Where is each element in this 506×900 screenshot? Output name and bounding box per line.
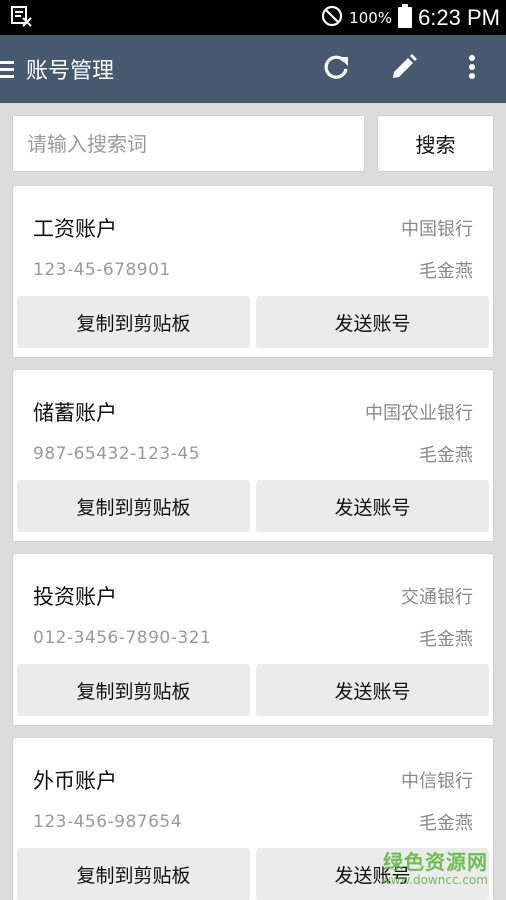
watermark-sub: www.downcc.com xyxy=(380,873,488,887)
account-owner: 毛金燕 xyxy=(419,261,473,282)
bank-name: 中国银行 xyxy=(401,219,473,240)
send-account-button[interactable]: 发送账号 xyxy=(256,664,489,716)
edit-icon xyxy=(390,53,418,85)
account-name: 储蓄账户 xyxy=(33,401,117,425)
search-button[interactable]: 搜索 xyxy=(377,115,494,172)
edit-button[interactable] xyxy=(370,35,438,103)
status-time: 6:23 PM xyxy=(418,4,500,30)
status-right: 100% 6:23 PM xyxy=(321,3,500,32)
search-input[interactable] xyxy=(12,115,365,172)
account-header-row: 工资账户 中国银行 xyxy=(17,186,489,248)
watermark: 绿色资源网 www.downcc.com xyxy=(381,852,488,886)
account-detail-row: 987-65432-123-45 毛金燕 xyxy=(17,432,489,476)
app-title: 账号管理 xyxy=(26,59,115,84)
app-bar: 账号管理 xyxy=(0,35,506,103)
refresh-icon xyxy=(322,53,350,85)
account-name: 外币账户 xyxy=(33,769,117,793)
notification-icon xyxy=(10,5,32,31)
search-row: 搜索 xyxy=(0,103,506,173)
account-detail-row: 123-45-678901 毛金燕 xyxy=(17,248,489,292)
send-account-button[interactable]: 发送账号 xyxy=(256,480,489,532)
account-name: 工资账户 xyxy=(33,217,117,241)
account-owner: 毛金燕 xyxy=(419,629,473,650)
account-header-row: 外币账户 中信银行 xyxy=(17,738,489,800)
account-header-row: 储蓄账户 中国农业银行 xyxy=(17,370,489,432)
bank-name: 中信银行 xyxy=(401,771,473,792)
do-not-disturb-icon xyxy=(321,5,343,31)
battery-percent: 100% xyxy=(349,8,393,27)
account-card[interactable]: 储蓄账户 中国农业银行 987-65432-123-45 毛金燕 复制到剪贴板 … xyxy=(12,369,494,542)
send-account-button[interactable]: 发送账号 xyxy=(256,296,489,348)
account-detail-row: 123-456-987654 毛金燕 xyxy=(17,800,489,844)
account-list: 工资账户 中国银行 123-45-678901 毛金燕 复制到剪贴板 发送账号 … xyxy=(0,173,506,900)
copy-to-clipboard-button[interactable]: 复制到剪贴板 xyxy=(17,848,250,900)
account-number: 987-65432-123-45 xyxy=(33,444,201,464)
account-detail-row: 012-3456-7890-321 毛金燕 xyxy=(17,616,489,660)
card-button-row: 复制到剪贴板 发送账号 xyxy=(17,296,489,348)
card-button-row: 复制到剪贴板 发送账号 xyxy=(17,480,489,532)
account-name: 投资账户 xyxy=(33,585,117,609)
menu-icon[interactable] xyxy=(0,35,22,103)
account-number: 012-3456-7890-321 xyxy=(33,628,212,648)
more-vert-icon xyxy=(468,54,476,84)
bank-name: 交通银行 xyxy=(401,587,473,608)
account-card[interactable]: 投资账户 交通银行 012-3456-7890-321 毛金燕 复制到剪贴板 发… xyxy=(12,553,494,726)
status-left xyxy=(10,5,32,31)
account-number: 123-45-678901 xyxy=(33,260,171,280)
account-card[interactable]: 工资账户 中国银行 123-45-678901 毛金燕 复制到剪贴板 发送账号 xyxy=(12,185,494,358)
card-button-row: 复制到剪贴板 发送账号 xyxy=(17,664,489,716)
battery-icon xyxy=(398,3,413,32)
status-bar: 100% 6:23 PM xyxy=(0,0,506,35)
refresh-button[interactable] xyxy=(302,35,370,103)
copy-to-clipboard-button[interactable]: 复制到剪贴板 xyxy=(17,480,250,532)
copy-to-clipboard-button[interactable]: 复制到剪贴板 xyxy=(17,664,250,716)
bank-name: 中国农业银行 xyxy=(365,403,473,424)
account-owner: 毛金燕 xyxy=(419,445,473,466)
account-owner: 毛金燕 xyxy=(419,813,473,834)
account-header-row: 投资账户 交通银行 xyxy=(17,554,489,616)
watermark-main: 绿色资源网 xyxy=(383,850,488,874)
copy-to-clipboard-button[interactable]: 复制到剪贴板 xyxy=(17,296,250,348)
account-number: 123-456-987654 xyxy=(33,812,183,832)
more-button[interactable] xyxy=(438,35,506,103)
